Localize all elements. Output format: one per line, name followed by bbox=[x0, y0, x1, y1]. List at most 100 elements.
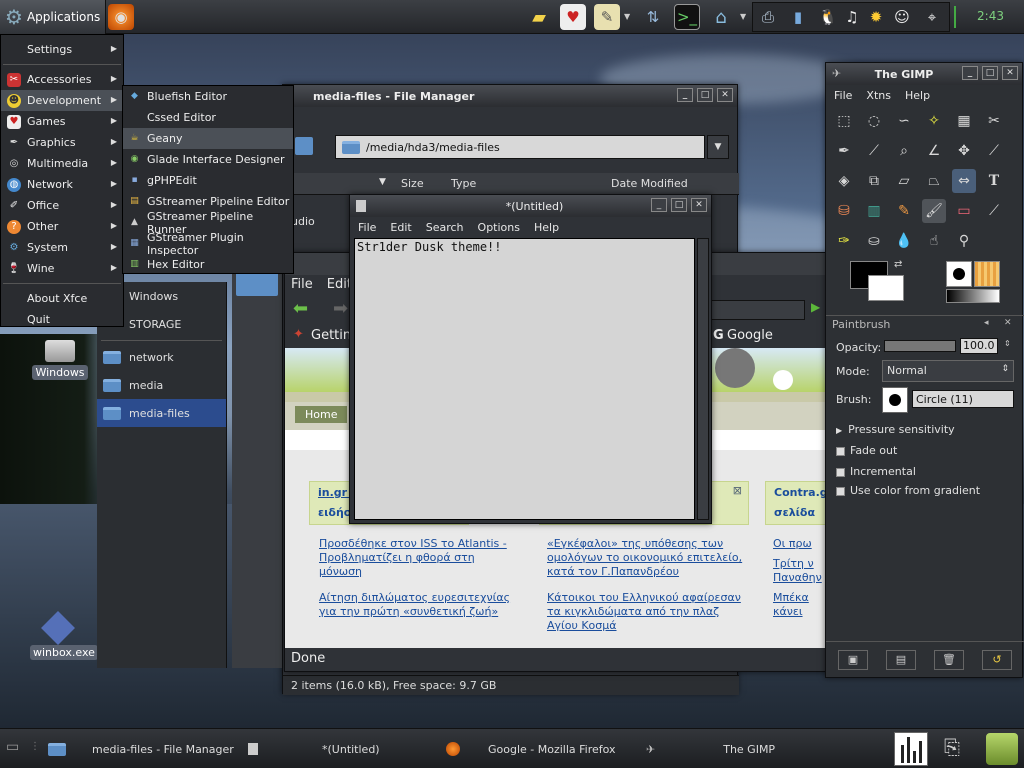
menu-help[interactable]: Help bbox=[534, 221, 559, 234]
vertical-scrollbar[interactable] bbox=[697, 238, 709, 520]
menu-item-accessories[interactable]: ✂ Accessories ▶ bbox=[1, 69, 123, 90]
blend-icon[interactable]: ▥ bbox=[862, 199, 886, 223]
news-link[interactable]: Οι πρω bbox=[773, 537, 825, 551]
home-tab[interactable]: Home bbox=[295, 406, 348, 423]
rotate-icon[interactable]: ◈ bbox=[832, 169, 856, 193]
path-bar[interactable]: /media/hda3/media-files bbox=[335, 135, 705, 159]
minimize-button[interactable]: _ bbox=[962, 66, 978, 80]
printer-icon[interactable]: ⎙ bbox=[755, 4, 781, 30]
incremental-checkbox[interactable]: Incremental bbox=[836, 465, 916, 478]
menu-search[interactable]: Search bbox=[426, 221, 464, 234]
desktop-icon-winbox[interactable]: winbox.exe bbox=[30, 611, 98, 660]
folder-icon[interactable] bbox=[236, 272, 278, 296]
menu-item-settings[interactable]: Settings ▶ bbox=[1, 39, 123, 60]
minimize-button[interactable]: _ bbox=[677, 88, 693, 102]
gradient-preview[interactable] bbox=[946, 289, 1000, 303]
news-link[interactable]: Τρίτη ν Παναθην bbox=[773, 557, 825, 585]
menu-item-network[interactable]: ◍ Network ▶ bbox=[1, 174, 123, 195]
menu-item-games[interactable]: ♥ Games ▶ bbox=[1, 111, 123, 132]
menu-item-other[interactable]: ? Other ▶ bbox=[1, 216, 123, 237]
ellipse-select-icon[interactable]: ◌ bbox=[862, 109, 886, 133]
monkey-icon[interactable]: ☺ bbox=[889, 4, 915, 30]
menu-item-gphpedit[interactable]: ▪ gPHPEdit bbox=[123, 170, 293, 191]
go-icon[interactable]: ▶ bbox=[811, 300, 820, 314]
text-tool-icon[interactable]: T bbox=[982, 169, 1006, 193]
clock[interactable]: 2:43 bbox=[977, 9, 1004, 23]
notepad-launcher-icon[interactable]: ✎ bbox=[594, 4, 620, 30]
perspective-icon[interactable]: ⏢ bbox=[922, 169, 946, 193]
lasso-icon[interactable]: ∽ bbox=[892, 109, 916, 133]
zoom-icon[interactable]: ⌕ bbox=[892, 139, 916, 163]
opacity-slider[interactable] bbox=[884, 340, 956, 352]
scale-icon[interactable]: ⧉ bbox=[862, 169, 886, 193]
task-firefox[interactable]: Google - Mozilla Firefox bbox=[440, 733, 640, 765]
shear-icon[interactable]: ▱ bbox=[892, 169, 916, 193]
file-manager-titlebar[interactable]: media-files - File Manager _ □ ✕ bbox=[283, 85, 737, 107]
dropdown-arrow-icon[interactable]: ▼ bbox=[624, 12, 630, 21]
firefox-launcher-icon[interactable]: ◉ bbox=[108, 4, 134, 30]
news-link[interactable]: Μπέκα κάνει bbox=[773, 591, 825, 619]
news-link[interactable]: Κάτοικοι του Ελληνικού αφαίρεσαν τα κιγκ… bbox=[547, 591, 747, 633]
task-file-manager[interactable]: media-files - File Manager bbox=[42, 733, 242, 765]
eraser-icon[interactable]: ▭ bbox=[952, 199, 976, 223]
dodge-burn-icon[interactable]: ⚲ bbox=[952, 229, 976, 253]
bucket-fill-icon[interactable]: ⛁ bbox=[832, 199, 856, 223]
sidebar-item-network[interactable]: network bbox=[97, 343, 226, 371]
brush-preview[interactable] bbox=[946, 261, 972, 287]
menu-item-office[interactable]: ✐ Office ▶ bbox=[1, 195, 123, 216]
fade-out-checkbox[interactable]: Fade out bbox=[836, 444, 897, 457]
delete-options-icon[interactable]: 🗑 bbox=[934, 650, 964, 670]
menu-file[interactable]: File bbox=[358, 221, 376, 234]
cpu-graph-icon[interactable] bbox=[894, 732, 928, 766]
task-text-editor[interactable]: *(Untitled) bbox=[242, 733, 432, 765]
column-date-modified[interactable]: Date Modified bbox=[611, 177, 688, 190]
rect-select-icon[interactable]: ⬚ bbox=[832, 109, 856, 133]
gradient-color-checkbox[interactable]: Use color from gradient bbox=[836, 484, 980, 497]
task-gimp[interactable]: ✈ The GIMP bbox=[640, 733, 840, 765]
menu-file[interactable]: File bbox=[291, 277, 313, 292]
color-picker-icon[interactable]: ⟋ bbox=[862, 139, 886, 163]
fuzzy-select-icon[interactable]: ✧ bbox=[922, 109, 946, 133]
text-editor-textarea[interactable]: Str1der Dusk theme!! bbox=[354, 238, 695, 520]
folder-launcher-icon[interactable]: ▰ bbox=[526, 4, 552, 30]
menu-item-cssed[interactable]: Cssed Editor bbox=[123, 107, 293, 128]
news-link[interactable]: Προσδέθηκε στον ISS το Atlantis - Προβλη… bbox=[319, 537, 519, 579]
menu-item-development[interactable]: ☻ Development ▶ bbox=[1, 90, 123, 111]
trash-icon[interactable] bbox=[986, 733, 1018, 765]
ink-icon[interactable]: ✑ bbox=[832, 229, 856, 253]
home-folder-launcher-icon[interactable]: ⌂ bbox=[708, 4, 734, 30]
crop-icon[interactable]: ⟋ bbox=[982, 139, 1006, 163]
swap-colors-icon[interactable]: ⇄ bbox=[894, 259, 902, 270]
column-size[interactable]: Size bbox=[401, 177, 424, 190]
menu-item-glade[interactable]: ◉ Glade Interface Designer bbox=[123, 149, 293, 170]
background-color-swatch[interactable] bbox=[868, 275, 904, 301]
network-launcher-icon[interactable]: ⇅ bbox=[640, 4, 666, 30]
sidebar-item-media-files[interactable]: media-files bbox=[97, 399, 226, 427]
mouse-icon[interactable]: ⌖ bbox=[919, 4, 945, 30]
news-link[interactable]: Αίτηση διπλώματος ευρεσιτεχνίας για την … bbox=[319, 591, 519, 619]
clipboard-icon[interactable]: ⎘ bbox=[944, 735, 960, 759]
menu-item-hex-editor[interactable]: ▥ Hex Editor bbox=[123, 254, 293, 275]
menu-help[interactable]: Help bbox=[905, 89, 930, 102]
flip-icon[interactable]: ⇔ bbox=[952, 169, 976, 193]
airbrush-icon[interactable]: ⟋ bbox=[982, 199, 1006, 223]
menu-edit[interactable]: Edit bbox=[390, 221, 411, 234]
sidebar-item-media[interactable]: media bbox=[97, 371, 226, 399]
column-type[interactable]: Type bbox=[451, 177, 476, 190]
bookmark-google[interactable]: Google bbox=[727, 328, 773, 343]
menu-item-system[interactable]: ⚙ System ▶ bbox=[1, 237, 123, 258]
url-bar[interactable] bbox=[705, 300, 805, 320]
close-button[interactable]: ✕ bbox=[1002, 66, 1018, 80]
opacity-spin-icon[interactable]: ⇕ bbox=[1004, 339, 1011, 348]
paths-icon[interactable]: ✒ bbox=[832, 139, 856, 163]
close-button[interactable]: ✕ bbox=[717, 88, 733, 102]
minimize-button[interactable]: _ bbox=[651, 198, 667, 212]
desktop-icon-windows[interactable]: Windows bbox=[32, 340, 88, 380]
menu-xtns[interactable]: Xtns bbox=[866, 89, 891, 102]
sort-arrow-icon[interactable]: ▼ bbox=[379, 177, 386, 187]
forward-arrow-icon[interactable]: ➡ bbox=[333, 298, 348, 319]
smudge-icon[interactable]: ☝ bbox=[922, 229, 946, 253]
pressure-expander[interactable]: ▶ Pressure sensitivity bbox=[836, 423, 955, 436]
menu-options[interactable]: Options bbox=[478, 221, 520, 234]
menu-item-about-xfce[interactable]: About Xfce bbox=[1, 288, 123, 309]
